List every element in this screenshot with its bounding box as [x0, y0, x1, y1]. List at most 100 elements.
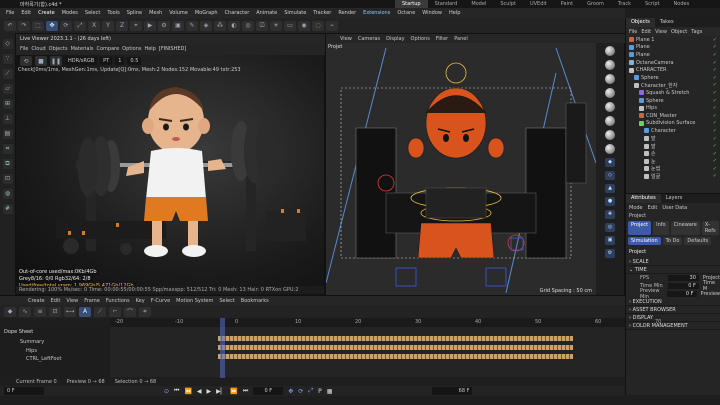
lv-value-field-2[interactable]: 0.5: [127, 57, 142, 65]
octane-icon[interactable]: ◉: [298, 20, 310, 31]
visibility-check-icon[interactable]: ✓: [713, 90, 717, 96]
playhead[interactable]: [220, 318, 225, 378]
octane-tool-icon[interactable]: ✚: [605, 210, 615, 219]
subtab-simulation[interactable]: Simulation: [628, 237, 661, 245]
object-row[interactable]: Plane ✓: [626, 51, 720, 59]
tl-menu-key[interactable]: Key: [136, 298, 145, 304]
snap-keys-icon[interactable]: ⌗: [139, 306, 151, 317]
workspace-tab[interactable]: Track: [611, 0, 638, 8]
lv-menu-objects[interactable]: Objects: [49, 46, 68, 52]
lv-menu-compare[interactable]: Compare: [96, 46, 119, 52]
am-menu-userdata[interactable]: User Data: [662, 205, 687, 211]
object-row[interactable]: Plane ✓: [626, 44, 720, 52]
keyframes-hips[interactable]: [218, 345, 573, 350]
next-key-icon[interactable]: ⏩: [230, 388, 237, 395]
select-icon[interactable]: ⬚: [32, 20, 44, 31]
track-ctrl-left-foot[interactable]: CTRL_LeftFoot: [0, 355, 110, 363]
polygons-mode-icon[interactable]: ▱: [2, 84, 13, 94]
tab-attributes[interactable]: Attributes: [626, 194, 661, 203]
visibility-check-icon[interactable]: ✓: [713, 143, 717, 149]
field-icon[interactable]: ◎: [242, 20, 254, 31]
tl-menu-view[interactable]: View: [66, 298, 78, 304]
object-row[interactable]: 얼굴 ✓: [626, 173, 720, 181]
octane-tool-icon[interactable]: ▲: [605, 184, 615, 193]
menu-modes[interactable]: Modes: [62, 10, 78, 16]
key-rotation-icon[interactable]: ⟳: [298, 388, 303, 395]
menu-extensions[interactable]: Extensions: [363, 10, 390, 16]
material-swatch-icon[interactable]: [605, 116, 615, 126]
object-row[interactable]: 발 ✓: [626, 135, 720, 143]
material-swatch-icon[interactable]: [605, 130, 615, 140]
subtab-info[interactable]: Info: [653, 221, 669, 235]
visibility-check-icon[interactable]: ✓: [713, 82, 717, 88]
om-menu-object[interactable]: Object: [671, 29, 687, 35]
track-hips[interactable]: Hips: [0, 347, 110, 355]
render-preview[interactable]: ⟲ ■ ❚❚ HDR/sRGB PT 1 0.5 Check[0ms/1ms, …: [16, 55, 324, 296]
object-row[interactable]: Sphere ✓: [626, 74, 720, 82]
menu-window[interactable]: Window: [422, 10, 442, 16]
cube-icon[interactable]: ▣: [172, 20, 184, 31]
menu-simulate[interactable]: Simulate: [284, 10, 306, 16]
keyframe-track-area[interactable]: [110, 327, 625, 377]
snap-mode-icon[interactable]: ⌗: [2, 144, 13, 154]
menu-octane[interactable]: Octane: [397, 10, 415, 16]
time-min-field[interactable]: 0 F: [668, 283, 699, 289]
object-row[interactable]: CON_Master ✓: [626, 112, 720, 120]
record-key-icon[interactable]: ⊙: [164, 388, 169, 395]
object-row[interactable]: Subdivision Surface ✓: [626, 120, 720, 128]
uv-mode-icon[interactable]: ⊞: [2, 99, 13, 109]
axis-mode-icon[interactable]: ⊥: [2, 114, 13, 124]
scale-icon[interactable]: ⤢: [74, 20, 86, 31]
send-scene-icon[interactable]: ⟲: [20, 56, 32, 66]
am-menu-mode[interactable]: Mode: [629, 205, 643, 211]
object-row[interactable]: Hips ✓: [626, 104, 720, 112]
tab-objects[interactable]: Objects: [626, 18, 655, 27]
subtab-xrefs[interactable]: X-Refs: [701, 221, 719, 235]
motion-mode-icon[interactable]: ≡: [34, 306, 46, 317]
menu-tools[interactable]: Tools: [107, 10, 119, 16]
workspace-tab[interactable]: Groom: [580, 0, 611, 8]
range-end-field[interactable]: 68 F: [432, 387, 473, 395]
subtab-project[interactable]: Project: [628, 221, 652, 235]
menu-render[interactable]: Render: [338, 10, 356, 16]
section-execution[interactable]: › EXECUTION: [626, 298, 720, 306]
visibility-check-icon[interactable]: ✓: [713, 67, 717, 73]
keyframes-ctrl-left-foot[interactable]: [218, 354, 573, 359]
visibility-check-icon[interactable]: ✓: [713, 158, 717, 164]
octane-tool-icon[interactable]: ⚙: [605, 249, 615, 258]
pen-icon[interactable]: ✎: [186, 20, 198, 31]
lv-menu-materials[interactable]: Materials: [71, 46, 94, 52]
prev-key-icon[interactable]: ⏪: [184, 388, 191, 395]
tl-menu-edit[interactable]: Edit: [51, 298, 61, 304]
linear-icon[interactable]: ⟋: [94, 306, 106, 317]
section-display[interactable]: › DISPLAY: [626, 314, 720, 322]
render-view-icon[interactable]: ▶: [144, 20, 156, 31]
prev-frame-icon[interactable]: ◀: [197, 388, 202, 395]
tl-menu-motion-system[interactable]: Motion System: [176, 298, 213, 304]
subtab-defaults[interactable]: Defaults: [684, 237, 712, 245]
redo-icon[interactable]: ↷: [18, 20, 30, 31]
object-row[interactable]: 눈썹 ✓: [626, 165, 720, 173]
vp-menu-cameras[interactable]: Cameras: [358, 36, 380, 42]
section-time[interactable]: ⌄ TIME: [626, 266, 720, 274]
frame-all-icon[interactable]: ⊡: [49, 306, 61, 317]
vp-menu-options[interactable]: Options: [411, 36, 430, 42]
visibility-check-icon[interactable]: ✓: [713, 136, 717, 142]
menu-edit[interactable]: Edit: [21, 10, 31, 16]
z-axis-icon[interactable]: Z: [116, 20, 128, 31]
material-swatch-icon[interactable]: [605, 102, 615, 112]
ease-icon[interactable]: ⌒: [124, 306, 136, 317]
am-menu-edit[interactable]: Edit: [648, 205, 658, 211]
undo-icon[interactable]: ↶: [4, 20, 16, 31]
material-swatch-icon[interactable]: [605, 46, 615, 56]
edges-mode-icon[interactable]: ⟋: [2, 69, 13, 79]
tab-takes[interactable]: Takes: [655, 18, 679, 27]
lv-menu-help[interactable]: Help: [144, 46, 155, 52]
menu-help[interactable]: Help: [449, 10, 460, 16]
visibility-check-icon[interactable]: ✓: [713, 60, 717, 66]
lv-menu-options[interactable]: Options: [122, 46, 141, 52]
lock-icon[interactable]: ⊡: [2, 174, 13, 184]
tl-menu-frame[interactable]: Frame: [84, 298, 100, 304]
visibility-check-icon[interactable]: ✓: [713, 105, 717, 111]
workspace-tab[interactable]: Nodes: [667, 0, 697, 8]
